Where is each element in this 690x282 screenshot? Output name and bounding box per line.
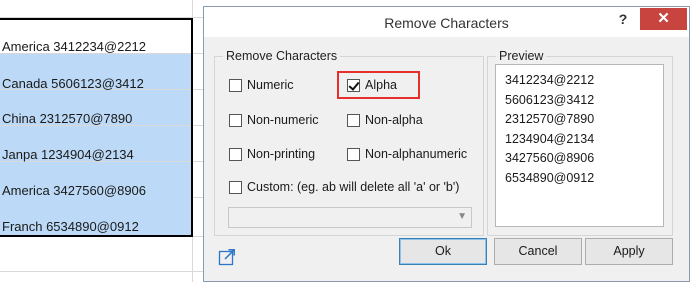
preview-line: 6534890@0912 xyxy=(505,170,595,185)
preview-list[interactable]: 3412234@2212 5606123@3412 2312570@7890 1234… xyxy=(495,64,664,227)
preview-line: 5606123@3412 xyxy=(505,92,595,107)
selection-fill-top xyxy=(0,54,191,55)
non-alphanumeric-label: Non-alphanumeric xyxy=(365,147,468,161)
gridline xyxy=(0,271,203,272)
alpha-highlight-box xyxy=(337,71,420,99)
cell-row-2[interactable]: Canada 5606123@3412 xyxy=(0,54,191,91)
chevron-down-icon[interactable]: ▼ xyxy=(457,211,467,222)
remove-characters-legend: Remove Characters xyxy=(223,49,341,63)
gridline xyxy=(192,0,193,282)
cancel-button[interactable]: Cancel xyxy=(494,238,582,265)
non-alpha-checkbox[interactable] xyxy=(347,113,360,127)
cell-row-6[interactable]: Franch 6534890@0912 xyxy=(0,198,191,236)
help-button[interactable]: ? xyxy=(612,9,634,31)
non-alphanumeric-checkbox[interactable] xyxy=(347,147,360,161)
cell-row-4[interactable]: Janpa 1234904@2134 xyxy=(0,126,191,162)
non-printing-option[interactable]: Non-printing xyxy=(229,147,315,161)
preview-line: 1234904@2134 xyxy=(505,131,595,146)
custom-characters-input[interactable]: ▼ xyxy=(228,207,472,228)
non-alpha-option[interactable]: Non-alpha xyxy=(347,113,423,127)
non-alpha-label: Non-alpha xyxy=(365,113,423,127)
non-numeric-option[interactable]: Non-numeric xyxy=(229,113,319,127)
preview-line: 2312570@7890 xyxy=(505,112,595,126)
ok-button[interactable]: Ok xyxy=(399,238,487,265)
custom-label: Custom: (eg. ab will delete all 'a' or '… xyxy=(247,180,460,194)
non-numeric-checkbox[interactable] xyxy=(229,113,242,127)
preview-line: 3427560@8906 xyxy=(505,151,595,165)
numeric-label: Numeric xyxy=(247,78,294,92)
remove-characters-dialog: Remove Characters ? ✕ Remove Characters … xyxy=(203,6,690,282)
preview-line: 3412234@2212 xyxy=(505,73,595,87)
custom-checkbox[interactable] xyxy=(229,180,242,194)
non-printing-checkbox[interactable] xyxy=(229,147,242,161)
cell-row-3[interactable]: China 2312570@7890 xyxy=(0,90,191,126)
title-bar[interactable]: Remove Characters ? ✕ xyxy=(204,7,689,37)
close-button[interactable]: ✕ xyxy=(640,8,687,30)
custom-option[interactable]: Custom: (eg. ab will delete all 'a' or '… xyxy=(229,180,459,194)
numeric-checkbox[interactable] xyxy=(229,78,242,92)
non-printing-label: Non-printing xyxy=(247,147,316,161)
non-numeric-label: Non-numeric xyxy=(247,113,319,127)
numeric-option[interactable]: Numeric xyxy=(229,78,294,92)
gridline xyxy=(0,236,203,237)
cell-row-5[interactable]: America 3427560@8906 xyxy=(0,162,191,198)
apply-button[interactable]: Apply xyxy=(585,238,673,265)
expand-icon[interactable] xyxy=(218,248,236,266)
preview-legend: Preview xyxy=(496,49,547,63)
non-alphanumeric-option[interactable]: Non-alphanumeric xyxy=(347,147,467,161)
